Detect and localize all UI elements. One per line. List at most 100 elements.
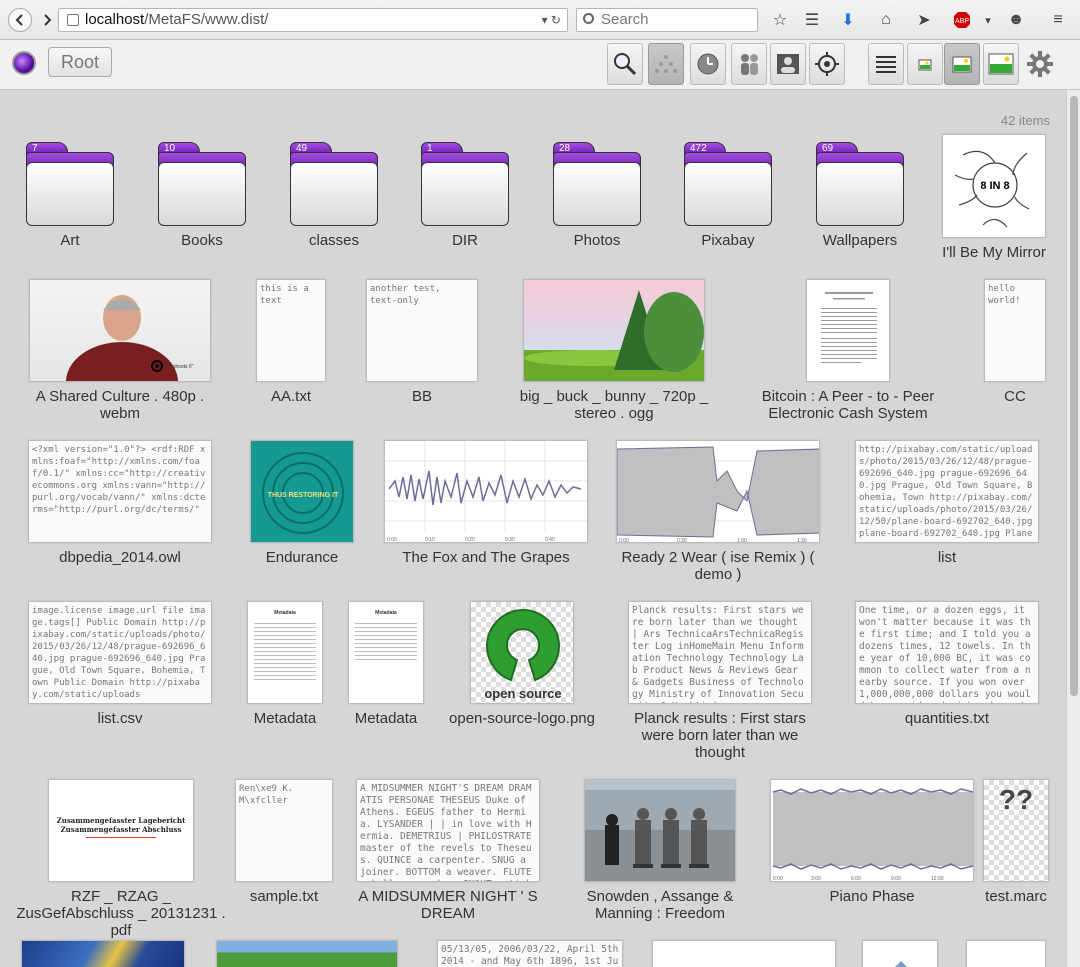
text-thumbnail: http://pixabay.com/static/uploads/photo/… [855,440,1039,543]
medium-thumbnails-button[interactable] [944,43,980,85]
file-ready-2-wear[interactable]: 0:00 0:30 1:00 1:30 Ready 2 Wear ( ise Remi… [612,440,824,583]
url-bar[interactable]: localhost/MetaFS/www.dist/ ▾ ↻ [58,8,568,32]
file-label: list.csv [97,710,143,727]
svg-text:6:00: 6:00 [851,876,861,882]
bookmark-star-icon[interactable]: ☆ [770,10,790,30]
list-view-button[interactable] [868,43,904,85]
file-piano-phase[interactable]: 0:00 3:00 6:00 9:00 12:00 Piano Phase [770,779,974,905]
forward-button[interactable] [37,10,57,30]
file-label: BB [411,388,432,405]
file-endurance[interactable]: THUS RESTORING IT Endurance [244,440,360,566]
graph-view-button[interactable] [648,43,684,85]
file-snowden[interactable]: Snowden , Assange & Manning : Freedom [556,779,764,922]
smiley-icon[interactable]: ☻ [1006,10,1026,30]
file-blank-doc[interactable] [652,940,836,967]
file-open-source-logo[interactable]: open source open-source-logo.png [446,601,598,727]
medium-landscape-icon [952,56,972,73]
adblock-icon[interactable]: ABP [952,10,972,30]
menu-icon[interactable]: ≡ [1048,10,1068,30]
file-planck[interactable]: Planck results: First stars were born la… [620,601,820,761]
download-icon[interactable]: ⬇ [838,10,858,30]
file-fox-grapes[interactable]: 0:00 0:10 0:20 0:30 0:40 The Fox and The Gra… [380,440,592,566]
image-thumbnail [216,940,398,967]
search-input[interactable]: Search [576,8,758,32]
pdf-title-line-2: Zusammengefasster Abschluss [60,825,182,834]
back-button[interactable] [8,8,32,32]
file-small-doc[interactable] [966,940,1046,967]
settings-button[interactable] [1022,43,1058,85]
file-grid: 42 items 7 Art 10 Books 49 classes 1 DIR… [0,90,1066,967]
url-host: localhost [85,11,145,28]
file-midsummer[interactable]: A MIDSUMMER NIGHT'S DREAM DRAMATIS PERSO… [348,779,548,922]
waveform-thumbnail: 0:00 3:00 6:00 9:00 12:00 [770,779,974,882]
svg-text:0:30: 0:30 [505,537,515,543]
file-dbpedia[interactable]: <?xml version="1.0"?> <rdf:RDF xmlns:foa… [20,440,220,566]
file-starry-night[interactable] [20,940,186,967]
file-label: sample.txt [249,888,319,905]
photo-thumbnail [584,779,736,882]
folder-classes[interactable]: 49 classes [289,142,379,249]
file-rzf-pdf[interactable]: Zusammengefasster Lagebericht Zusammenge… [16,779,226,939]
file-cartoon-image[interactable] [216,940,398,967]
file-shared-culture[interactable]: "17 ghosts II" A Shared Culture . 480p .… [20,279,220,422]
folder-photos[interactable]: 28 Photos [552,142,642,249]
text-thumbnail: Planck results: First stars were born la… [628,601,812,704]
folder-books[interactable]: 10 Books [157,142,247,249]
file-cc[interactable]: hello world! CC [978,279,1052,405]
folder-pixabay[interactable]: 472 Pixabay [683,142,773,249]
svg-text:1:00: 1:00 [737,538,747,543]
file-thumbnail: 8 IN 8 [942,134,1046,238]
small-thumbnails-button[interactable] [907,43,943,85]
file-label: big _ buck _ bunny _ 720p _ stereo . ogg [519,388,709,422]
file-aa-txt[interactable]: this is a text AA.txt [250,279,332,405]
file-metadata-1[interactable]: Metadata Metadata [240,601,330,727]
adblock-dropdown-icon[interactable]: ▾ [978,10,998,30]
root-button[interactable]: Root [48,47,113,77]
clock-icon [697,53,719,75]
file-bb[interactable]: another test, text-only BB [360,279,484,405]
svg-text:0:10: 0:10 [425,537,435,543]
open-source-text: open source [484,686,561,701]
reading-list-icon[interactable]: ☰ [802,10,822,30]
vertical-scrollbar[interactable] [1066,90,1080,967]
text-thumbnail: image.license image.url file image.tags[… [28,601,212,704]
home-icon[interactable]: ⌂ [876,10,896,30]
file-diagram-doc[interactable] [862,940,938,967]
file-list-csv[interactable]: image.license image.url file image.tags[… [20,601,220,727]
send-icon[interactable]: ➤ [914,10,934,30]
folder-icon: 1 [421,142,509,226]
people-view-button[interactable] [731,43,767,85]
folder-wallpapers[interactable]: 69 Wallpapers [815,142,905,249]
location-view-button[interactable] [809,43,845,85]
file-label: CC [1004,388,1026,405]
file-big-buck-bunny[interactable]: big _ buck _ bunny _ 720p _ stereo . ogg [514,279,714,422]
waveform-thumbnail: 0:00 0:30 1:00 1:30 [616,440,820,543]
folder-icon: 28 [553,142,641,226]
scrollbar-thumb[interactable] [1070,96,1078,696]
folder-art[interactable]: 7 Art [25,142,115,249]
file-sample-txt[interactable]: Ren\xe9 K. M\xfcller sample.txt [228,779,340,905]
reload-icon[interactable]: ▾ ↻ [542,9,561,31]
image-view-button[interactable] [770,43,806,85]
file-list[interactable]: http://pixabay.com/static/uploads/photo/… [850,440,1044,566]
svg-text:0:00: 0:00 [387,537,397,543]
pdf-title-line-1: Zusammengefasster Lagebericht [56,816,186,825]
folder-icon: 472 [684,142,772,226]
time-view-button[interactable] [690,43,726,85]
file-quantities[interactable]: One time, or a dozen eggs, it won't matt… [850,601,1044,727]
svg-text:ABP: ABP [955,18,969,25]
search-tool-button[interactable] [607,43,643,85]
video-thumbnail [523,279,705,382]
crosshair-icon [815,52,839,76]
document-heading: Metadata [375,610,397,616]
file-test-marc[interactable]: ?? test.marc [980,779,1052,905]
svg-text:1:30: 1:30 [797,538,807,543]
file-mirror[interactable]: 8 IN 8 I'll Be My Mirror [936,134,1052,261]
file-metadata-2[interactable]: Metadata Metadata [344,601,428,727]
folder-dir[interactable]: 1 DIR [420,142,510,249]
file-dates-text[interactable]: 05/13/05, 2006/03/22, April 5th 2014 - a… [436,940,624,967]
image-thumbnail [21,940,185,967]
app-logo-orb[interactable] [12,51,36,75]
large-thumbnails-button[interactable] [983,43,1019,85]
file-bitcoin[interactable]: Bitcoin : A Peer - to - Peer Electronic … [758,279,938,422]
